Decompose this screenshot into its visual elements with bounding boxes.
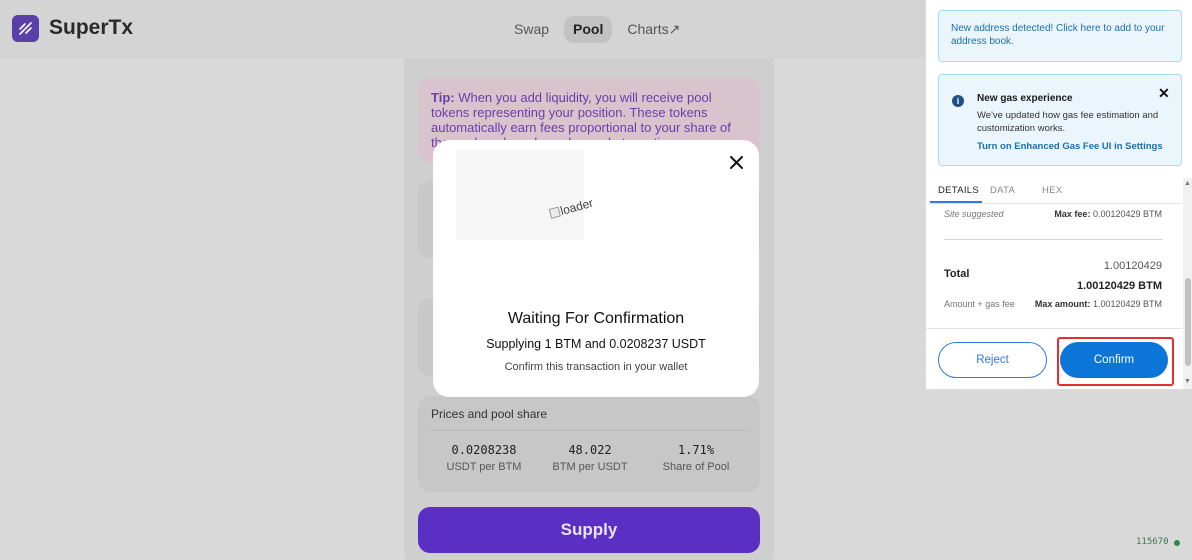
confirmation-modal: loader Waiting For Confirmation Supplyin… bbox=[433, 140, 759, 397]
main-nav: Swap Pool Charts↗ bbox=[505, 16, 689, 43]
logo-icon[interactable] bbox=[12, 15, 39, 42]
gas-notice: i New gas experience We've updated how g… bbox=[938, 74, 1182, 166]
price-label: Share of Pool bbox=[662, 461, 730, 473]
tab-details[interactable]: DETAILS bbox=[930, 180, 982, 203]
loader-placeholder bbox=[456, 150, 584, 240]
site-suggested-label: Site suggested bbox=[944, 209, 1004, 219]
price-share-of-pool: 1.71% Share of Pool bbox=[643, 431, 749, 480]
gas-notice-title: New gas experience bbox=[977, 93, 1073, 104]
prices-title: Prices and pool share bbox=[431, 407, 548, 421]
confirm-highlight-box bbox=[1057, 337, 1174, 386]
brand-name[interactable]: SuperTx bbox=[49, 16, 133, 40]
modal-subtitle: Supplying 1 BTM and 0.0208237 USDT bbox=[486, 337, 706, 351]
scroll-down-icon[interactable]: ▼ bbox=[1184, 378, 1191, 385]
price-btm-per-usdt: 48.022 BTM per USDT bbox=[537, 431, 643, 480]
nav-swap[interactable]: Swap bbox=[505, 16, 558, 43]
reject-button[interactable]: Reject bbox=[938, 342, 1047, 378]
close-icon[interactable]: ✕ bbox=[1158, 85, 1170, 102]
max-amount: Max amount: 1.00120429 BTM bbox=[1035, 299, 1162, 309]
max-amount-value: 1.00120429 BTM bbox=[1090, 299, 1162, 309]
price-value: 1.71% bbox=[677, 443, 715, 457]
price-label: USDT per BTM bbox=[446, 461, 522, 473]
close-icon[interactable] bbox=[727, 153, 745, 171]
nav-charts[interactable]: Charts↗ bbox=[618, 16, 689, 43]
total-btm: 1.00120429 BTM bbox=[1077, 280, 1162, 292]
prices-row: 0.0208238 USDT per BTM 48.022 BTM per US… bbox=[431, 430, 749, 480]
nav-pool[interactable]: Pool bbox=[564, 16, 613, 43]
price-value: 0.0208238 bbox=[451, 443, 517, 457]
total-amount: 1.00120429 bbox=[1103, 260, 1162, 272]
prices-panel: Prices and pool share 0.0208238 USDT per… bbox=[418, 396, 760, 492]
info-icon: i bbox=[952, 95, 964, 107]
max-fee: Max fee: 0.00120429 BTM bbox=[1054, 209, 1162, 219]
scroll-up-icon[interactable]: ▲ bbox=[1184, 180, 1191, 187]
wallet-popup: New address detected! Click here to add … bbox=[925, 0, 1192, 390]
divider bbox=[944, 239, 1163, 240]
divider bbox=[926, 328, 1183, 329]
price-usdt-per-btm: 0.0208238 USDT per BTM bbox=[431, 431, 537, 480]
block-number: 115670 bbox=[1136, 537, 1169, 547]
max-fee-label: Max fee: bbox=[1054, 209, 1091, 219]
scroll-thumb[interactable] bbox=[1185, 278, 1191, 366]
scrollbar[interactable]: ▲ ▼ bbox=[1183, 178, 1192, 389]
max-fee-value: 0.00120429 BTM bbox=[1090, 209, 1162, 219]
tab-hex[interactable]: HEX bbox=[1034, 180, 1086, 203]
max-amount-label: Max amount: bbox=[1034, 299, 1091, 309]
amount-gas-label: Amount + gas fee bbox=[944, 299, 1015, 309]
tab-data[interactable]: DATA bbox=[982, 180, 1034, 203]
enhanced-gas-link[interactable]: Turn on Enhanced Gas Fee UI in Settings bbox=[977, 141, 1163, 152]
supply-button[interactable]: Supply bbox=[418, 507, 760, 553]
total-label: Total bbox=[944, 268, 970, 280]
tip-label: Tip: bbox=[431, 90, 455, 105]
price-label: BTM per USDT bbox=[552, 461, 628, 473]
address-notice[interactable]: New address detected! Click here to add … bbox=[938, 10, 1182, 62]
details-tabs: DETAILS DATA HEX bbox=[930, 180, 1182, 204]
modal-hint: Confirm this transaction in your wallet bbox=[504, 361, 688, 373]
modal-title: Waiting For Confirmation bbox=[507, 310, 685, 327]
price-value: 48.022 bbox=[568, 443, 612, 457]
gas-notice-body: We've updated how gas fee estimation and… bbox=[977, 110, 1159, 134]
status-dot-icon bbox=[1174, 540, 1180, 546]
